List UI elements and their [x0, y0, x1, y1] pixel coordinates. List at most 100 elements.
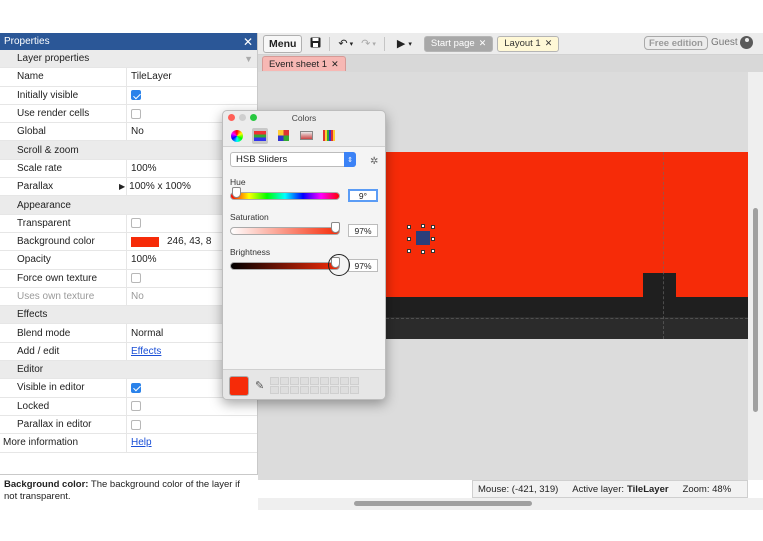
color-well[interactable] [310, 386, 320, 394]
expand-arrow-icon[interactable]: ▶ [119, 182, 125, 191]
minimize-window-icon[interactable] [239, 114, 246, 121]
property-row-uses-own-texture[interactable]: Uses own texture No [0, 287, 257, 307]
slider-mode-select[interactable]: HSB Sliders ⇕ [230, 152, 356, 167]
section-header-appearance[interactable]: Appearance [0, 196, 257, 215]
saturation-value-field[interactable]: 97% [348, 224, 378, 237]
close-tab-icon[interactable]: ✕ [331, 59, 339, 70]
color-well[interactable] [290, 386, 300, 394]
property-row-use-render-cells[interactable]: Use render cells [0, 104, 257, 124]
checkbox[interactable] [131, 419, 141, 430]
property-row-add-edit[interactable]: Add / edit Effects [0, 342, 257, 362]
eyedropper-icon[interactable]: ✎ [255, 379, 264, 392]
property-value[interactable]: TileLayer [127, 68, 257, 85]
property-row-more-information[interactable]: More information Help [0, 434, 257, 453]
property-row-parallax[interactable]: Parallax ▶ 100% x 100% [0, 178, 257, 197]
color-well[interactable] [300, 377, 310, 385]
tilemap-block[interactable] [643, 273, 676, 298]
scrollbar-thumb[interactable] [753, 208, 758, 412]
property-row-locked[interactable]: Locked [0, 397, 257, 416]
chevron-updown-icon[interactable]: ⇕ [344, 152, 356, 167]
color-well[interactable] [290, 377, 300, 385]
close-tab-icon[interactable]: ✕ [479, 38, 487, 49]
resize-handle[interactable] [421, 250, 425, 254]
tab-layout-1[interactable]: Layout 1 ✕ [497, 35, 560, 52]
tab-event-sheet-1[interactable]: Event sheet 1 ✕ [262, 56, 346, 71]
property-row-name[interactable]: Name TileLayer [0, 68, 257, 87]
color-wheel-tab[interactable] [229, 128, 245, 144]
gear-icon[interactable]: ✲ [370, 156, 378, 167]
undo-dropdown-icon[interactable]: ▾ [350, 40, 354, 48]
resize-handle[interactable] [431, 225, 435, 229]
tab-start-page[interactable]: Start page ✕ [423, 35, 494, 52]
property-row-parallax-in-editor[interactable]: Parallax in editor [0, 415, 257, 435]
redo-dropdown-icon[interactable]: ▾ [372, 40, 376, 48]
resize-handle[interactable] [407, 249, 411, 253]
user-name[interactable]: Guest [711, 37, 738, 48]
color-well[interactable] [330, 377, 340, 385]
color-well[interactable] [300, 386, 310, 394]
avatar-icon[interactable] [740, 36, 753, 49]
property-row-global[interactable]: Global No [0, 123, 257, 142]
section-header-editor[interactable]: Editor [0, 361, 257, 380]
color-well[interactable] [350, 386, 360, 394]
color-palettes-tab[interactable] [275, 128, 291, 144]
color-well[interactable] [340, 386, 350, 394]
color-well[interactable] [330, 386, 340, 394]
scrollbar-thumb[interactable] [354, 501, 532, 506]
checkbox[interactable] [131, 218, 141, 229]
close-icon[interactable]: ✕ [243, 36, 253, 48]
section-header-effects[interactable]: Effects [0, 306, 257, 325]
resize-handle[interactable] [407, 237, 411, 241]
tilemap-ground[interactable] [386, 297, 748, 317]
menu-button[interactable]: Menu [263, 34, 303, 53]
property-row-opacity[interactable]: Opacity 100% [0, 251, 257, 270]
resize-handle[interactable] [421, 224, 425, 228]
pencils-tab[interactable] [321, 128, 337, 144]
selected-sprite[interactable] [416, 231, 430, 245]
property-row-force-own-texture[interactable]: Force own texture [0, 269, 257, 288]
checkbox[interactable] [131, 273, 141, 284]
play-icon[interactable]: ▶ [397, 37, 405, 50]
saturation-slider-knob[interactable] [331, 222, 340, 233]
free-edition-badge[interactable]: Free edition [644, 36, 708, 50]
color-well[interactable] [310, 377, 320, 385]
close-tab-icon[interactable]: ✕ [545, 38, 553, 49]
resize-handle[interactable] [431, 249, 435, 253]
checkbox[interactable] [131, 108, 141, 119]
resize-handle[interactable] [407, 225, 411, 229]
image-palettes-tab[interactable] [298, 128, 314, 144]
zoom-window-icon[interactable] [250, 114, 257, 121]
color-well[interactable] [270, 377, 280, 385]
property-row-visible-in-editor[interactable]: Visible in editor [0, 379, 257, 398]
hue-value-field[interactable]: 9° [348, 189, 378, 202]
link-text[interactable]: Help [131, 437, 152, 448]
color-well[interactable] [270, 386, 280, 394]
color-well[interactable] [280, 386, 290, 394]
link-text[interactable]: Effects [131, 346, 161, 357]
section-header-scroll-zoom[interactable]: Scroll & zoom [0, 141, 257, 160]
color-well[interactable] [320, 377, 330, 385]
layout-background[interactable] [386, 152, 748, 297]
undo-icon[interactable]: ↶ [338, 37, 347, 50]
color-well[interactable] [350, 377, 360, 385]
saturation-slider[interactable] [230, 226, 340, 235]
checkbox[interactable] [131, 382, 141, 393]
redo-icon[interactable]: ↷ [361, 37, 370, 50]
checkbox[interactable] [131, 401, 141, 412]
property-row-initially-visible[interactable]: Initially visible [0, 86, 257, 105]
property-value[interactable] [127, 416, 257, 433]
resize-handle[interactable] [431, 237, 435, 241]
brightness-value-field[interactable]: 97% [348, 259, 378, 272]
property-value[interactable] [127, 398, 257, 415]
current-color-well[interactable] [229, 375, 249, 396]
property-row-transparent[interactable]: Transparent [0, 214, 257, 233]
color-well[interactable] [280, 377, 290, 385]
horizontal-scrollbar[interactable] [258, 498, 763, 510]
property-row-background-color[interactable]: Background color 246, 43, 8 [0, 232, 257, 252]
color-swatch[interactable] [131, 236, 159, 247]
vertical-scrollbar[interactable] [748, 72, 763, 480]
color-sliders-tab[interactable] [252, 127, 268, 144]
checkbox[interactable] [131, 90, 141, 101]
section-header-layer-properties[interactable]: Layer properties ▼ [0, 50, 257, 69]
property-value[interactable]: Help [127, 434, 257, 451]
